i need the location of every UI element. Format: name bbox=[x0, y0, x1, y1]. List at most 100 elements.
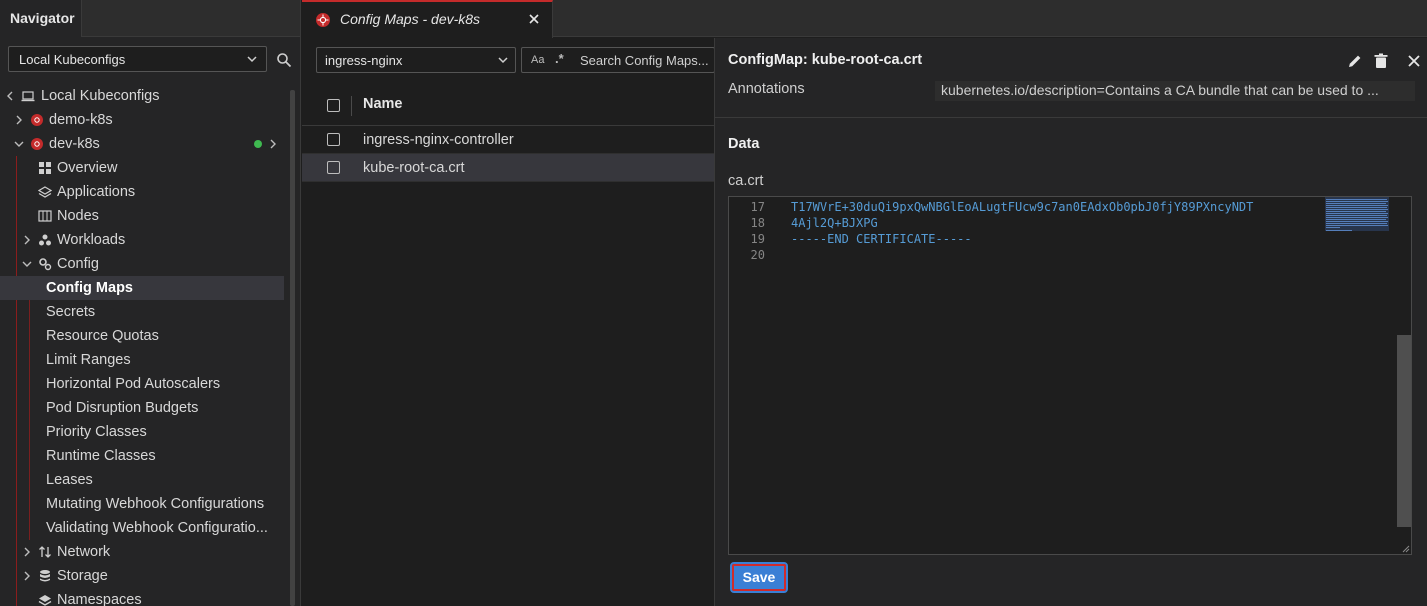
save-button[interactable]: Save bbox=[730, 562, 788, 593]
tree-item-priority-classes[interactable]: Priority Classes bbox=[0, 420, 290, 444]
tree-item-demo-k8s[interactable]: demo-k8s bbox=[0, 108, 290, 132]
search-input[interactable]: Aa .* Search Config Maps... bbox=[521, 47, 715, 73]
line-number: 18 bbox=[750, 216, 765, 230]
gears-icon bbox=[39, 258, 52, 271]
row-checkbox[interactable] bbox=[327, 161, 340, 174]
tree-item-label: Pod Disruption Budgets bbox=[46, 400, 199, 416]
config-maps-list-pane: ingress-nginx Aa .* Search Config Maps..… bbox=[302, 38, 715, 606]
tree-item-leases[interactable]: Leases bbox=[0, 468, 290, 492]
namespace-select-value: ingress-nginx bbox=[325, 53, 403, 68]
tree-item-mutating-webhooks[interactable]: Mutating Webhook Configurations bbox=[0, 492, 290, 516]
line-number: 17 bbox=[750, 200, 765, 214]
search-icon[interactable] bbox=[276, 52, 292, 68]
table-row[interactable]: kube-root-ca.crt bbox=[302, 154, 715, 182]
chevron-down-icon bbox=[247, 56, 257, 63]
tree-item-label: Nodes bbox=[57, 208, 99, 224]
table-row[interactable]: ingress-nginx-controller bbox=[302, 126, 715, 154]
tree-item-workloads[interactable]: Workloads bbox=[0, 228, 290, 252]
tree-item-applications[interactable]: Applications bbox=[0, 180, 290, 204]
tree-item-label: Leases bbox=[46, 472, 93, 488]
search-placeholder: Search Config Maps... bbox=[580, 53, 709, 68]
list-header: Name bbox=[302, 86, 715, 126]
tree-item-label: Namespaces bbox=[57, 592, 142, 606]
navigator-header: Navigator bbox=[0, 0, 300, 37]
tab-config-maps[interactable]: Config Maps - dev-k8s bbox=[302, 0, 553, 38]
context-select[interactable]: Local Kubeconfigs bbox=[8, 46, 267, 72]
pencil-icon[interactable] bbox=[1347, 53, 1363, 69]
tree-item-config[interactable]: Config bbox=[0, 252, 290, 276]
chevron-right-icon bbox=[24, 571, 30, 581]
code-line: -----END CERTIFICATE----- bbox=[791, 232, 972, 246]
connected-status-dot bbox=[254, 140, 262, 148]
tree-item-label: demo-k8s bbox=[49, 112, 113, 128]
row-name: kube-root-ca.crt bbox=[363, 160, 465, 176]
tree-item-config-maps[interactable]: Config Maps bbox=[0, 276, 284, 300]
editor-minimap[interactable] bbox=[1325, 197, 1389, 233]
tree-item-network[interactable]: Network bbox=[0, 540, 290, 564]
tree-item-namespaces[interactable]: Namespaces bbox=[0, 588, 290, 606]
close-icon[interactable] bbox=[528, 13, 540, 25]
line-number: 19 bbox=[750, 232, 765, 246]
tree-item-validating-webhooks[interactable]: Validating Webhook Configuratio... bbox=[0, 516, 290, 540]
context-select-value: Local Kubeconfigs bbox=[19, 52, 126, 67]
server-icon bbox=[38, 210, 52, 222]
tree-item-storage[interactable]: Storage bbox=[0, 564, 290, 588]
navigator-tab[interactable]: Navigator bbox=[0, 0, 82, 37]
regex-toggle[interactable]: .* bbox=[555, 51, 564, 66]
column-header-name[interactable]: Name bbox=[363, 96, 403, 112]
namespace-select[interactable]: ingress-nginx bbox=[316, 47, 516, 73]
tree-item-dev-k8s[interactable]: dev-k8s bbox=[0, 132, 290, 156]
tree-item-runtime-classes[interactable]: Runtime Classes bbox=[0, 444, 290, 468]
data-heading: Data bbox=[728, 136, 760, 152]
annotations-value: kubernetes.io/description=Contains a CA … bbox=[935, 81, 1415, 101]
annotations-label: Annotations bbox=[728, 81, 805, 97]
tree-item-secrets[interactable]: Secrets bbox=[0, 300, 290, 324]
tree-item-label: Resource Quotas bbox=[46, 328, 159, 344]
chevron-down-icon bbox=[14, 141, 24, 147]
chevron-left-icon bbox=[7, 91, 13, 101]
tree-item-label: Mutating Webhook Configurations bbox=[46, 496, 265, 512]
tree-item-nodes[interactable]: Nodes bbox=[0, 204, 290, 228]
data-key-label: ca.crt bbox=[728, 173, 764, 189]
match-case-toggle[interactable]: Aa bbox=[531, 54, 544, 66]
grid-icon bbox=[39, 162, 51, 174]
chevron-down-icon bbox=[22, 261, 32, 267]
tree-item-local-kubeconfigs[interactable]: Local Kubeconfigs bbox=[0, 84, 290, 108]
select-all-checkbox[interactable] bbox=[327, 99, 340, 112]
tree-item-label: Local Kubeconfigs bbox=[41, 88, 160, 104]
close-icon[interactable] bbox=[1407, 54, 1421, 68]
resize-handle-icon[interactable] bbox=[1402, 545, 1410, 553]
tree-item-pdb[interactable]: Pod Disruption Budgets bbox=[0, 396, 290, 420]
trash-icon[interactable] bbox=[1373, 53, 1389, 69]
column-separator bbox=[351, 96, 352, 116]
tree-item-label: Overview bbox=[57, 160, 118, 176]
tree-item-resource-quotas[interactable]: Resource Quotas bbox=[0, 324, 290, 348]
row-checkbox[interactable] bbox=[327, 133, 340, 146]
tree-item-label: Validating Webhook Configuratio... bbox=[46, 520, 268, 536]
navigator-panel: Navigator Local Kubeconfigs Local Kubeco… bbox=[0, 0, 301, 606]
tree-item-limit-ranges[interactable]: Limit Ranges bbox=[0, 348, 290, 372]
database-icon bbox=[40, 570, 50, 582]
kubernetes-icon bbox=[31, 114, 43, 126]
cubes-icon bbox=[39, 234, 51, 246]
kubernetes-icon bbox=[316, 13, 330, 27]
editor-scrollbar[interactable] bbox=[1397, 335, 1411, 527]
tree-item-label: Network bbox=[57, 544, 111, 560]
chevron-right-icon bbox=[16, 115, 22, 125]
chevron-right-icon[interactable] bbox=[267, 138, 279, 150]
layers-icon bbox=[38, 595, 52, 606]
laptop-icon bbox=[21, 91, 35, 102]
tree-item-label: Applications bbox=[57, 184, 136, 200]
chevron-down-icon bbox=[498, 57, 508, 64]
configmap-detail-panel: ConfigMap: kube-root-ca.crt Annotations … bbox=[714, 38, 1427, 606]
row-name: ingress-nginx-controller bbox=[363, 132, 514, 148]
tree-item-hpa[interactable]: Horizontal Pod Autoscalers bbox=[0, 372, 290, 396]
code-editor[interactable]: 17 T17WVrE+30duQi9pxQwNBGlEoALugtFUcw9c7… bbox=[728, 196, 1412, 555]
layers-icon bbox=[38, 186, 52, 198]
tree-item-overview[interactable]: Overview bbox=[0, 156, 290, 180]
tree-item-label: Workloads bbox=[57, 232, 126, 248]
navigator-scrollbar[interactable] bbox=[290, 90, 295, 606]
tree-item-label: Secrets bbox=[46, 304, 96, 320]
tree-item-label: Limit Ranges bbox=[46, 352, 131, 368]
tree-item-label: Priority Classes bbox=[46, 424, 147, 440]
